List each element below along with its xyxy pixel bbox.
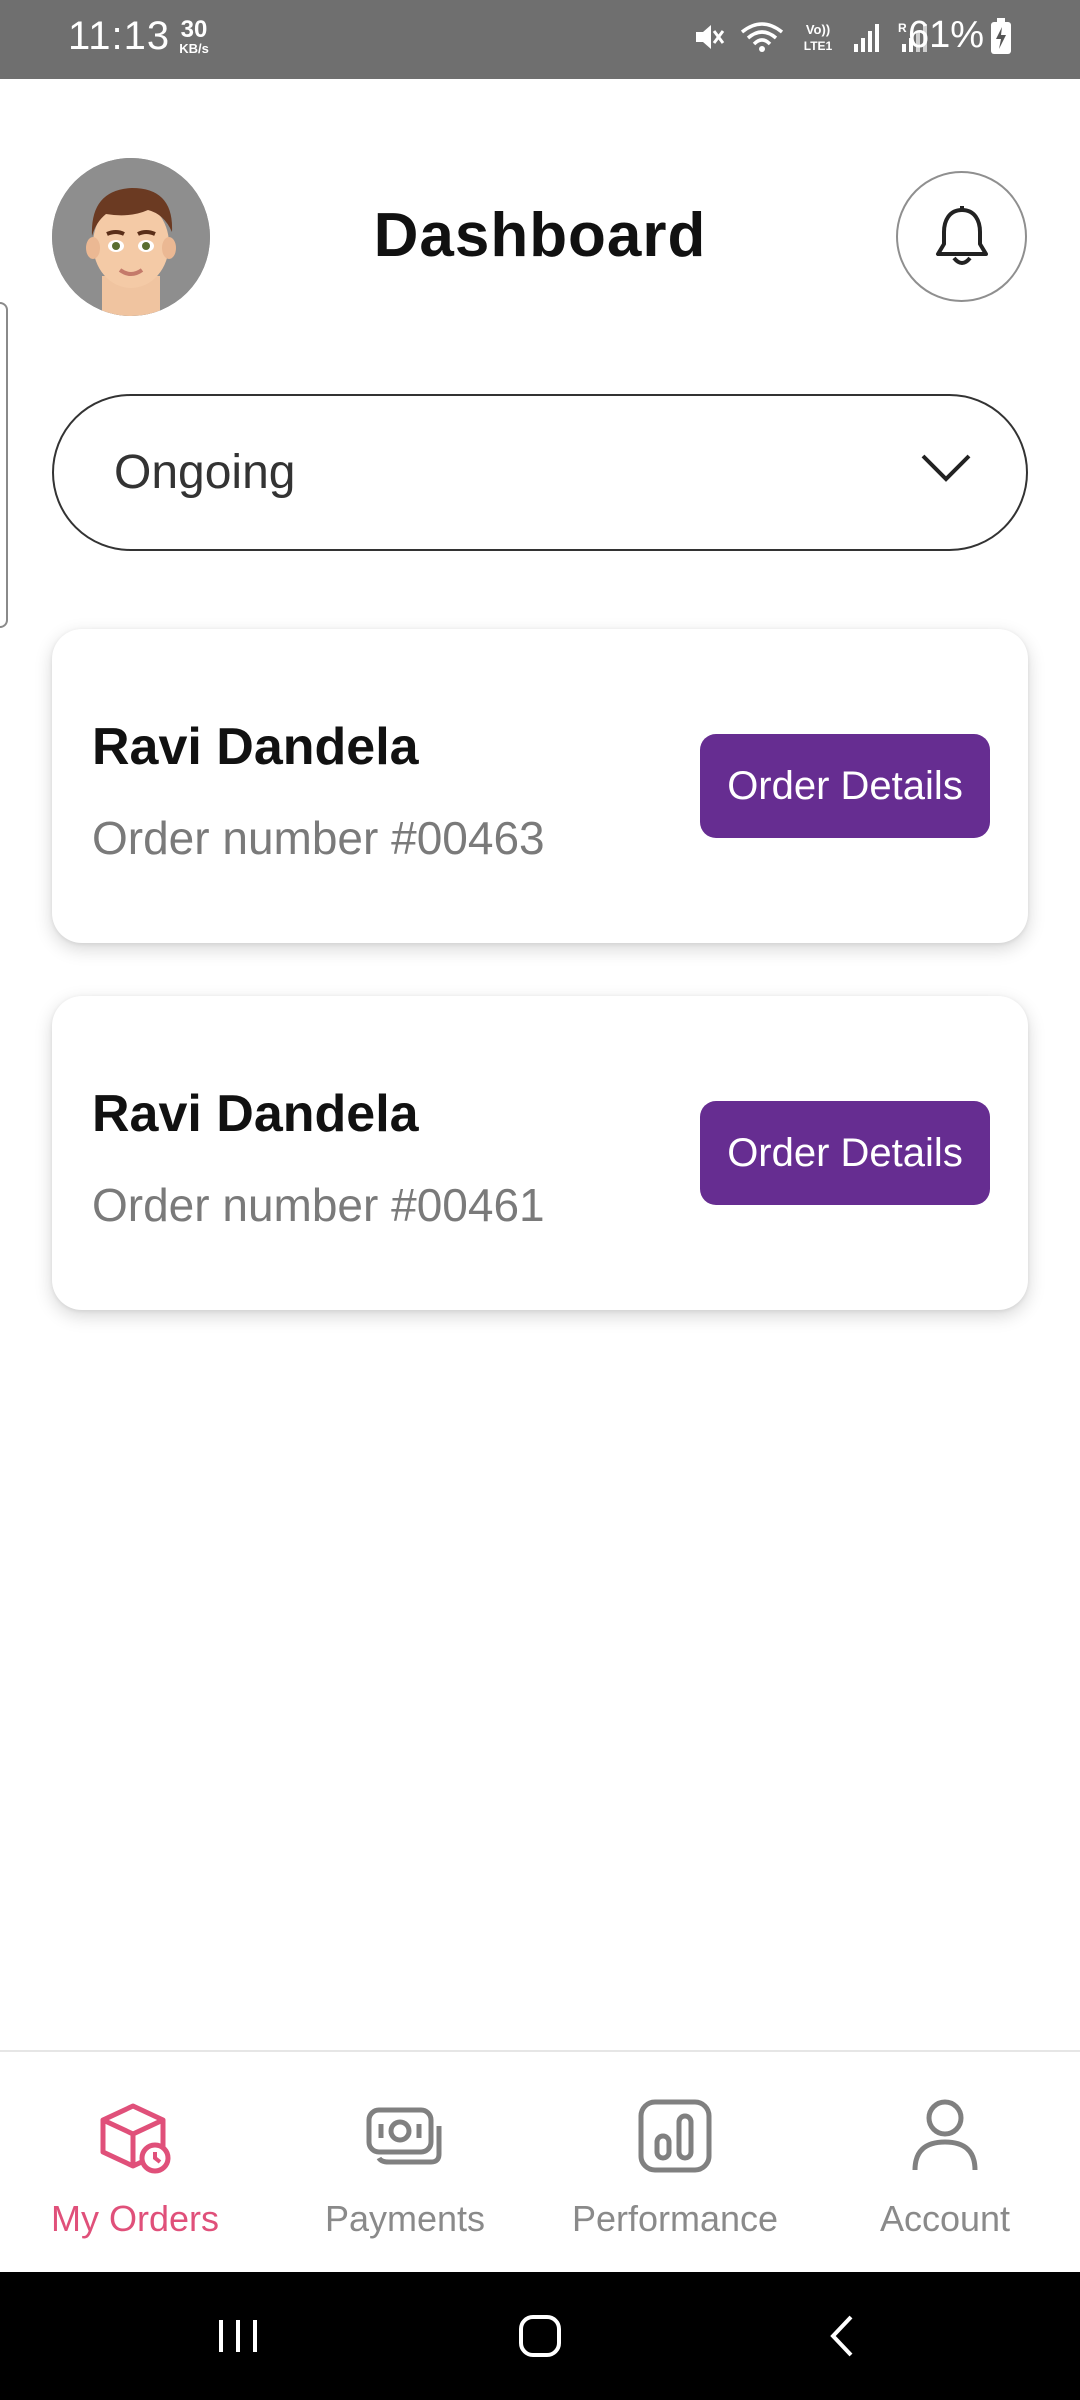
nav-item-performance[interactable]: Performance [540,2052,810,2272]
recent-apps-button[interactable] [208,2306,268,2366]
svg-text:Vo)): Vo)) [806,22,830,37]
order-details-button[interactable]: Order Details [700,734,990,838]
signal-icon [854,24,879,52]
nav-item-my-orders[interactable]: My Orders [0,2052,270,2272]
battery-icon [991,17,1011,54]
payments-icon [365,2096,445,2176]
home-icon [519,2315,561,2357]
dropdown-selected-value: Ongoing [114,446,296,499]
order-details-button[interactable]: Order Details [700,1101,990,1205]
customer-name: Ravi Dandela [92,718,419,776]
order-card: Ravi Dandela Order number #00461 Order D… [52,996,1028,1310]
orders-box-icon [95,2096,175,2176]
nav-item-payments[interactable]: Payments [270,2052,540,2272]
network-speed-unit: KB/s [179,41,209,56]
mute-icon [696,25,725,49]
performance-chart-icon [635,2096,715,2176]
bottom-nav: My Orders Payments Performance Account [0,2050,1080,2272]
nav-label: Performance [571,2198,779,2239]
system-nav-bar [0,2272,1080,2400]
bell-icon [935,205,988,265]
svg-text:R: R [898,21,907,35]
volte-icon: Vo)) LTE1 [804,22,833,53]
status-icons: Vo)) LTE1 R [692,20,930,54]
edge-panel-handle[interactable] [0,302,8,628]
order-number: Order number #00461 [92,1179,545,1231]
order-card: Ravi Dandela Order number #00463 Order D… [52,629,1028,943]
battery-percent: 61% [907,14,984,56]
recent-apps-icon [219,2320,257,2352]
nav-label: My Orders [50,2198,219,2239]
status-bar: 11:13 30 KB/s Vo)) LTE1 R 61% [0,0,1080,79]
nav-label: Payments [324,2198,486,2239]
order-number: Order number #00463 [92,812,545,864]
svg-text:LTE1: LTE1 [804,39,833,53]
network-speed: 30 KB/s [174,16,214,56]
nav-item-account[interactable]: Account [810,2052,1080,2272]
order-status-dropdown[interactable]: Ongoing [52,394,1028,551]
nav-label: Account [879,2198,1011,2239]
notifications-button[interactable] [896,171,1027,302]
account-person-icon [905,2096,985,2176]
chevron-down-icon [921,454,971,482]
battery-status: 61% [908,14,1012,57]
back-icon [830,2315,853,2357]
wifi-icon [740,22,784,52]
home-button[interactable] [510,2306,570,2366]
back-button[interactable] [812,2306,872,2366]
customer-name: Ravi Dandela [92,1085,419,1143]
status-time: 11:13 [68,14,171,58]
network-speed-value: 30 [180,16,208,43]
